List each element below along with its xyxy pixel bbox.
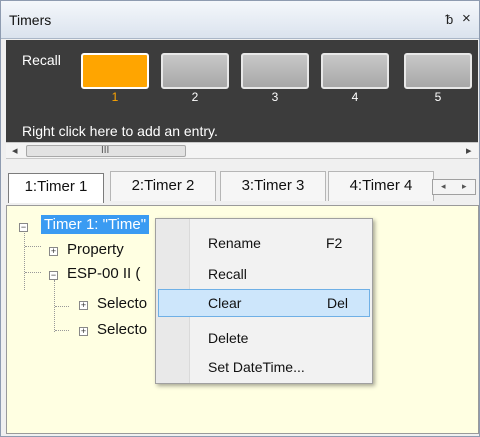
recall-label: Recall	[22, 52, 61, 68]
recall-slot-1[interactable]	[81, 53, 149, 89]
menu-item-label: Rename	[208, 235, 261, 251]
tree-node-selector[interactable]: Selecto	[97, 295, 147, 312]
window-title: Timers	[9, 12, 52, 28]
tree-node-property[interactable]: Property	[67, 241, 124, 258]
recall-slot-2[interactable]	[161, 53, 229, 89]
menu-item-recall[interactable]: Recall	[158, 260, 370, 288]
title-bar: Timers ᵬ ×	[1, 1, 479, 39]
horizontal-scrollbar[interactable]: ◂ III ▸	[6, 142, 478, 159]
recall-slot-number: 4	[351, 90, 359, 104]
tree-node-selector[interactable]: Selecto	[97, 321, 147, 338]
expand-icon[interactable]: +	[79, 327, 88, 336]
recall-slot-number: 5	[434, 90, 442, 104]
menu-item-clear[interactable]: Clear Del	[158, 289, 370, 317]
add-entry-hint: Right click here to add an entry.	[22, 123, 218, 139]
recall-slot-number: 3	[271, 90, 279, 104]
tab-timer-4[interactable]: 4:Timer 4	[328, 171, 434, 201]
tree-node-esp-00[interactable]: ESP-00 II (	[67, 265, 140, 282]
expand-icon[interactable]: +	[79, 301, 88, 310]
tab-timer-1[interactable]: 1:Timer 1	[8, 173, 104, 203]
tab-next-icon[interactable]: ▸	[462, 181, 467, 192]
close-icon[interactable]: ×	[462, 10, 471, 27]
tree-line	[25, 272, 41, 273]
scroll-left-icon[interactable]: ◂	[12, 144, 18, 157]
menu-item-label: Delete	[208, 330, 249, 346]
timer-tabs: 1:Timer 1 2:Timer 2 3:Timer 3 4:Timer 4 …	[6, 171, 478, 203]
menu-item-shortcut: F2	[326, 235, 343, 251]
recall-slot-5[interactable]	[404, 53, 472, 89]
recall-slot-number: 1	[111, 90, 119, 104]
expand-icon[interactable]: +	[49, 247, 58, 256]
recall-slot-number: 2	[191, 90, 199, 104]
collapse-icon[interactable]: −	[19, 223, 28, 232]
recall-slot-3[interactable]	[241, 53, 309, 89]
timers-window: Timers ᵬ × Recall 1 2 3 4 5 Right click …	[0, 0, 480, 437]
menu-item-set-datetime[interactable]: Set DateTime...	[158, 353, 370, 381]
tree-root-label: Timer 1: "Time"	[41, 215, 150, 234]
tree-root-timer-1[interactable]: Timer 1: "Time"	[41, 215, 150, 234]
tree-line	[25, 246, 41, 247]
context-menu: Rename F2 Recall Clear Del Delete Set Da…	[155, 218, 373, 384]
menu-item-delete[interactable]: Delete	[158, 324, 370, 352]
menu-item-label: Set DateTime...	[208, 359, 305, 375]
tree-line	[55, 330, 69, 331]
scroll-right-icon[interactable]: ▸	[466, 144, 472, 157]
tab-timer-3[interactable]: 3:Timer 3	[220, 171, 326, 201]
recall-panel[interactable]: Recall 1 2 3 4 5 Right click here to add…	[6, 40, 478, 142]
menu-item-label: Recall	[208, 266, 247, 282]
tab-prev-icon[interactable]: ◂	[441, 181, 446, 192]
scroll-grip-icon: III	[101, 145, 110, 156]
tab-timer-2[interactable]: 2:Timer 2	[110, 171, 216, 201]
collapse-icon[interactable]: −	[49, 271, 58, 280]
menu-item-rename[interactable]: Rename F2	[158, 229, 370, 257]
pin-icon[interactable]: ᵬ	[446, 12, 453, 27]
menu-item-label: Clear	[208, 295, 242, 311]
tab-navigation: ◂ ▸	[432, 179, 476, 195]
tree-line	[24, 230, 25, 290]
menu-item-shortcut: Del	[327, 295, 349, 311]
recall-slot-4[interactable]	[321, 53, 389, 89]
tree-line	[55, 306, 69, 307]
